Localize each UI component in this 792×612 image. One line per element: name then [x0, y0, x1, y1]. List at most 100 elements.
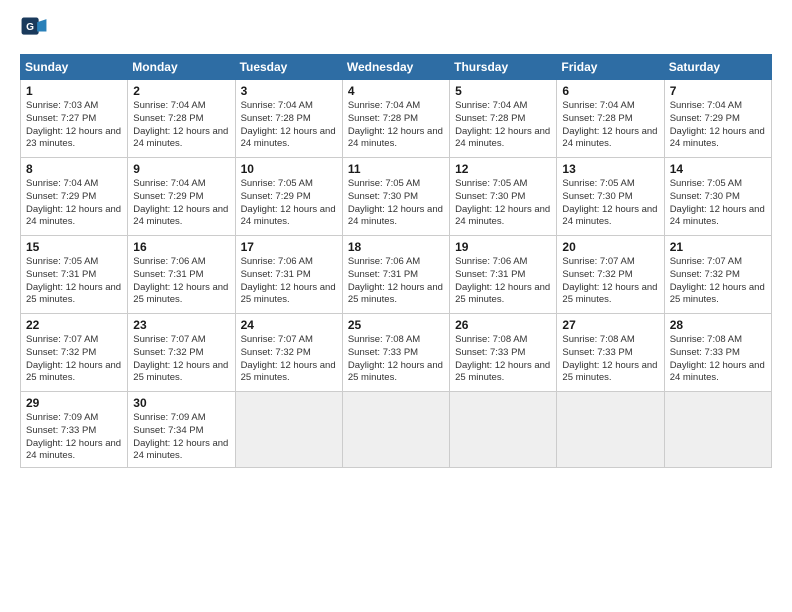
calendar-body: 1 Sunrise: 7:03 AMSunset: 7:27 PMDayligh…: [21, 80, 772, 468]
day-number: 25: [348, 318, 444, 332]
calendar-day-9: 9 Sunrise: 7:04 AMSunset: 7:29 PMDayligh…: [128, 158, 235, 236]
day-number: 17: [241, 240, 337, 254]
day-number: 14: [670, 162, 766, 176]
day-number: 8: [26, 162, 122, 176]
day-info: Sunrise: 7:04 AMSunset: 7:29 PMDaylight:…: [670, 100, 765, 149]
day-number: 10: [241, 162, 337, 176]
calendar-day-13: 13 Sunrise: 7:05 AMSunset: 7:30 PMDaylig…: [557, 158, 664, 236]
day-number: 6: [562, 84, 658, 98]
day-number: 12: [455, 162, 551, 176]
day-number: 26: [455, 318, 551, 332]
day-info: Sunrise: 7:07 AMSunset: 7:32 PMDaylight:…: [26, 334, 121, 383]
day-info: Sunrise: 7:06 AMSunset: 7:31 PMDaylight:…: [133, 256, 228, 305]
weekday-row: SundayMondayTuesdayWednesdayThursdayFrid…: [21, 55, 772, 80]
day-info: Sunrise: 7:07 AMSunset: 7:32 PMDaylight:…: [241, 334, 336, 383]
day-info: Sunrise: 7:05 AMSunset: 7:31 PMDaylight:…: [26, 256, 121, 305]
calendar-day-25: 25 Sunrise: 7:08 AMSunset: 7:33 PMDaylig…: [342, 314, 449, 392]
day-number: 19: [455, 240, 551, 254]
day-number: 16: [133, 240, 229, 254]
logo: G: [20, 16, 52, 44]
calendar-day-24: 24 Sunrise: 7:07 AMSunset: 7:32 PMDaylig…: [235, 314, 342, 392]
calendar-header: SundayMondayTuesdayWednesdayThursdayFrid…: [21, 55, 772, 80]
weekday-header-saturday: Saturday: [664, 55, 771, 80]
day-info: Sunrise: 7:04 AMSunset: 7:29 PMDaylight:…: [26, 178, 121, 227]
empty-cell: [235, 392, 342, 468]
day-number: 2: [133, 84, 229, 98]
calendar-day-4: 4 Sunrise: 7:04 AMSunset: 7:28 PMDayligh…: [342, 80, 449, 158]
calendar-day-7: 7 Sunrise: 7:04 AMSunset: 7:29 PMDayligh…: [664, 80, 771, 158]
weekday-header-monday: Monday: [128, 55, 235, 80]
day-info: Sunrise: 7:04 AMSunset: 7:28 PMDaylight:…: [348, 100, 443, 149]
day-info: Sunrise: 7:06 AMSunset: 7:31 PMDaylight:…: [455, 256, 550, 305]
day-info: Sunrise: 7:08 AMSunset: 7:33 PMDaylight:…: [348, 334, 443, 383]
calendar-day-5: 5 Sunrise: 7:04 AMSunset: 7:28 PMDayligh…: [450, 80, 557, 158]
day-number: 7: [670, 84, 766, 98]
calendar-day-10: 10 Sunrise: 7:05 AMSunset: 7:29 PMDaylig…: [235, 158, 342, 236]
calendar-week-5: 29 Sunrise: 7:09 AMSunset: 7:33 PMDaylig…: [21, 392, 772, 468]
calendar-week-4: 22 Sunrise: 7:07 AMSunset: 7:32 PMDaylig…: [21, 314, 772, 392]
empty-cell: [342, 392, 449, 468]
day-number: 3: [241, 84, 337, 98]
calendar-day-23: 23 Sunrise: 7:07 AMSunset: 7:32 PMDaylig…: [128, 314, 235, 392]
calendar-table: SundayMondayTuesdayWednesdayThursdayFrid…: [20, 54, 772, 468]
day-number: 11: [348, 162, 444, 176]
day-number: 5: [455, 84, 551, 98]
calendar-page: G SundayMondayTuesdayWednesdayThursdayFr…: [0, 0, 792, 612]
weekday-header-friday: Friday: [557, 55, 664, 80]
day-number: 21: [670, 240, 766, 254]
day-info: Sunrise: 7:04 AMSunset: 7:28 PMDaylight:…: [133, 100, 228, 149]
calendar-day-22: 22 Sunrise: 7:07 AMSunset: 7:32 PMDaylig…: [21, 314, 128, 392]
calendar-week-2: 8 Sunrise: 7:04 AMSunset: 7:29 PMDayligh…: [21, 158, 772, 236]
calendar-day-16: 16 Sunrise: 7:06 AMSunset: 7:31 PMDaylig…: [128, 236, 235, 314]
calendar-day-6: 6 Sunrise: 7:04 AMSunset: 7:28 PMDayligh…: [557, 80, 664, 158]
day-info: Sunrise: 7:05 AMSunset: 7:30 PMDaylight:…: [670, 178, 765, 227]
day-info: Sunrise: 7:04 AMSunset: 7:29 PMDaylight:…: [133, 178, 228, 227]
calendar-day-17: 17 Sunrise: 7:06 AMSunset: 7:31 PMDaylig…: [235, 236, 342, 314]
day-info: Sunrise: 7:04 AMSunset: 7:28 PMDaylight:…: [241, 100, 336, 149]
day-info: Sunrise: 7:09 AMSunset: 7:34 PMDaylight:…: [133, 412, 228, 461]
calendar-day-14: 14 Sunrise: 7:05 AMSunset: 7:30 PMDaylig…: [664, 158, 771, 236]
day-number: 27: [562, 318, 658, 332]
day-info: Sunrise: 7:05 AMSunset: 7:30 PMDaylight:…: [562, 178, 657, 227]
day-info: Sunrise: 7:05 AMSunset: 7:29 PMDaylight:…: [241, 178, 336, 227]
page-header: G: [20, 16, 772, 44]
day-info: Sunrise: 7:06 AMSunset: 7:31 PMDaylight:…: [348, 256, 443, 305]
calendar-day-19: 19 Sunrise: 7:06 AMSunset: 7:31 PMDaylig…: [450, 236, 557, 314]
day-info: Sunrise: 7:04 AMSunset: 7:28 PMDaylight:…: [455, 100, 550, 149]
weekday-header-sunday: Sunday: [21, 55, 128, 80]
svg-text:G: G: [26, 22, 34, 33]
day-info: Sunrise: 7:05 AMSunset: 7:30 PMDaylight:…: [348, 178, 443, 227]
calendar-day-1: 1 Sunrise: 7:03 AMSunset: 7:27 PMDayligh…: [21, 80, 128, 158]
day-number: 22: [26, 318, 122, 332]
day-number: 1: [26, 84, 122, 98]
day-info: Sunrise: 7:08 AMSunset: 7:33 PMDaylight:…: [670, 334, 765, 383]
empty-cell: [450, 392, 557, 468]
calendar-day-11: 11 Sunrise: 7:05 AMSunset: 7:30 PMDaylig…: [342, 158, 449, 236]
day-info: Sunrise: 7:08 AMSunset: 7:33 PMDaylight:…: [455, 334, 550, 383]
day-number: 28: [670, 318, 766, 332]
calendar-day-8: 8 Sunrise: 7:04 AMSunset: 7:29 PMDayligh…: [21, 158, 128, 236]
day-number: 29: [26, 396, 122, 410]
day-number: 4: [348, 84, 444, 98]
calendar-day-3: 3 Sunrise: 7:04 AMSunset: 7:28 PMDayligh…: [235, 80, 342, 158]
day-info: Sunrise: 7:07 AMSunset: 7:32 PMDaylight:…: [133, 334, 228, 383]
calendar-week-1: 1 Sunrise: 7:03 AMSunset: 7:27 PMDayligh…: [21, 80, 772, 158]
day-number: 15: [26, 240, 122, 254]
day-number: 13: [562, 162, 658, 176]
day-info: Sunrise: 7:08 AMSunset: 7:33 PMDaylight:…: [562, 334, 657, 383]
day-number: 23: [133, 318, 229, 332]
day-number: 20: [562, 240, 658, 254]
day-info: Sunrise: 7:07 AMSunset: 7:32 PMDaylight:…: [670, 256, 765, 305]
calendar-week-3: 15 Sunrise: 7:05 AMSunset: 7:31 PMDaylig…: [21, 236, 772, 314]
calendar-day-30: 30 Sunrise: 7:09 AMSunset: 7:34 PMDaylig…: [128, 392, 235, 468]
day-info: Sunrise: 7:09 AMSunset: 7:33 PMDaylight:…: [26, 412, 121, 461]
day-number: 18: [348, 240, 444, 254]
calendar-day-2: 2 Sunrise: 7:04 AMSunset: 7:28 PMDayligh…: [128, 80, 235, 158]
day-info: Sunrise: 7:05 AMSunset: 7:30 PMDaylight:…: [455, 178, 550, 227]
empty-cell: [557, 392, 664, 468]
calendar-day-27: 27 Sunrise: 7:08 AMSunset: 7:33 PMDaylig…: [557, 314, 664, 392]
calendar-day-29: 29 Sunrise: 7:09 AMSunset: 7:33 PMDaylig…: [21, 392, 128, 468]
calendar-day-12: 12 Sunrise: 7:05 AMSunset: 7:30 PMDaylig…: [450, 158, 557, 236]
calendar-day-26: 26 Sunrise: 7:08 AMSunset: 7:33 PMDaylig…: [450, 314, 557, 392]
calendar-day-21: 21 Sunrise: 7:07 AMSunset: 7:32 PMDaylig…: [664, 236, 771, 314]
